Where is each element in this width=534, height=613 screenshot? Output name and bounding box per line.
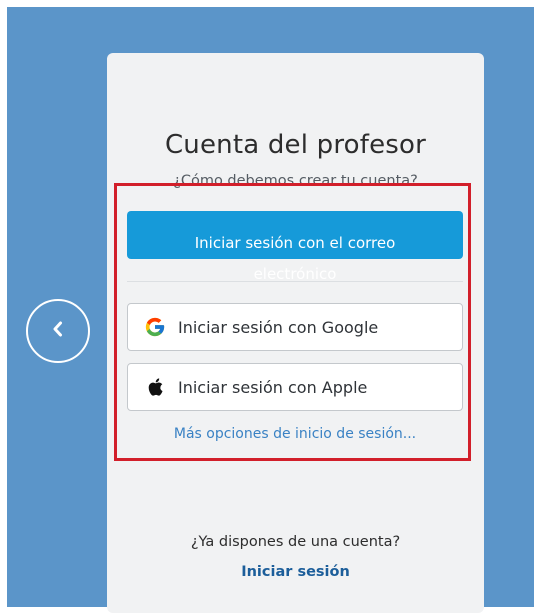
highlight-box — [114, 183, 471, 461]
chevron-left-icon — [51, 321, 65, 341]
back-button[interactable] — [26, 299, 90, 363]
card-title: Cuenta del profesor — [164, 130, 427, 160]
login-link[interactable]: Iniciar sesión — [107, 564, 484, 580]
already-account-text: ¿Ya dispones de una cuenta? — [190, 534, 401, 550]
